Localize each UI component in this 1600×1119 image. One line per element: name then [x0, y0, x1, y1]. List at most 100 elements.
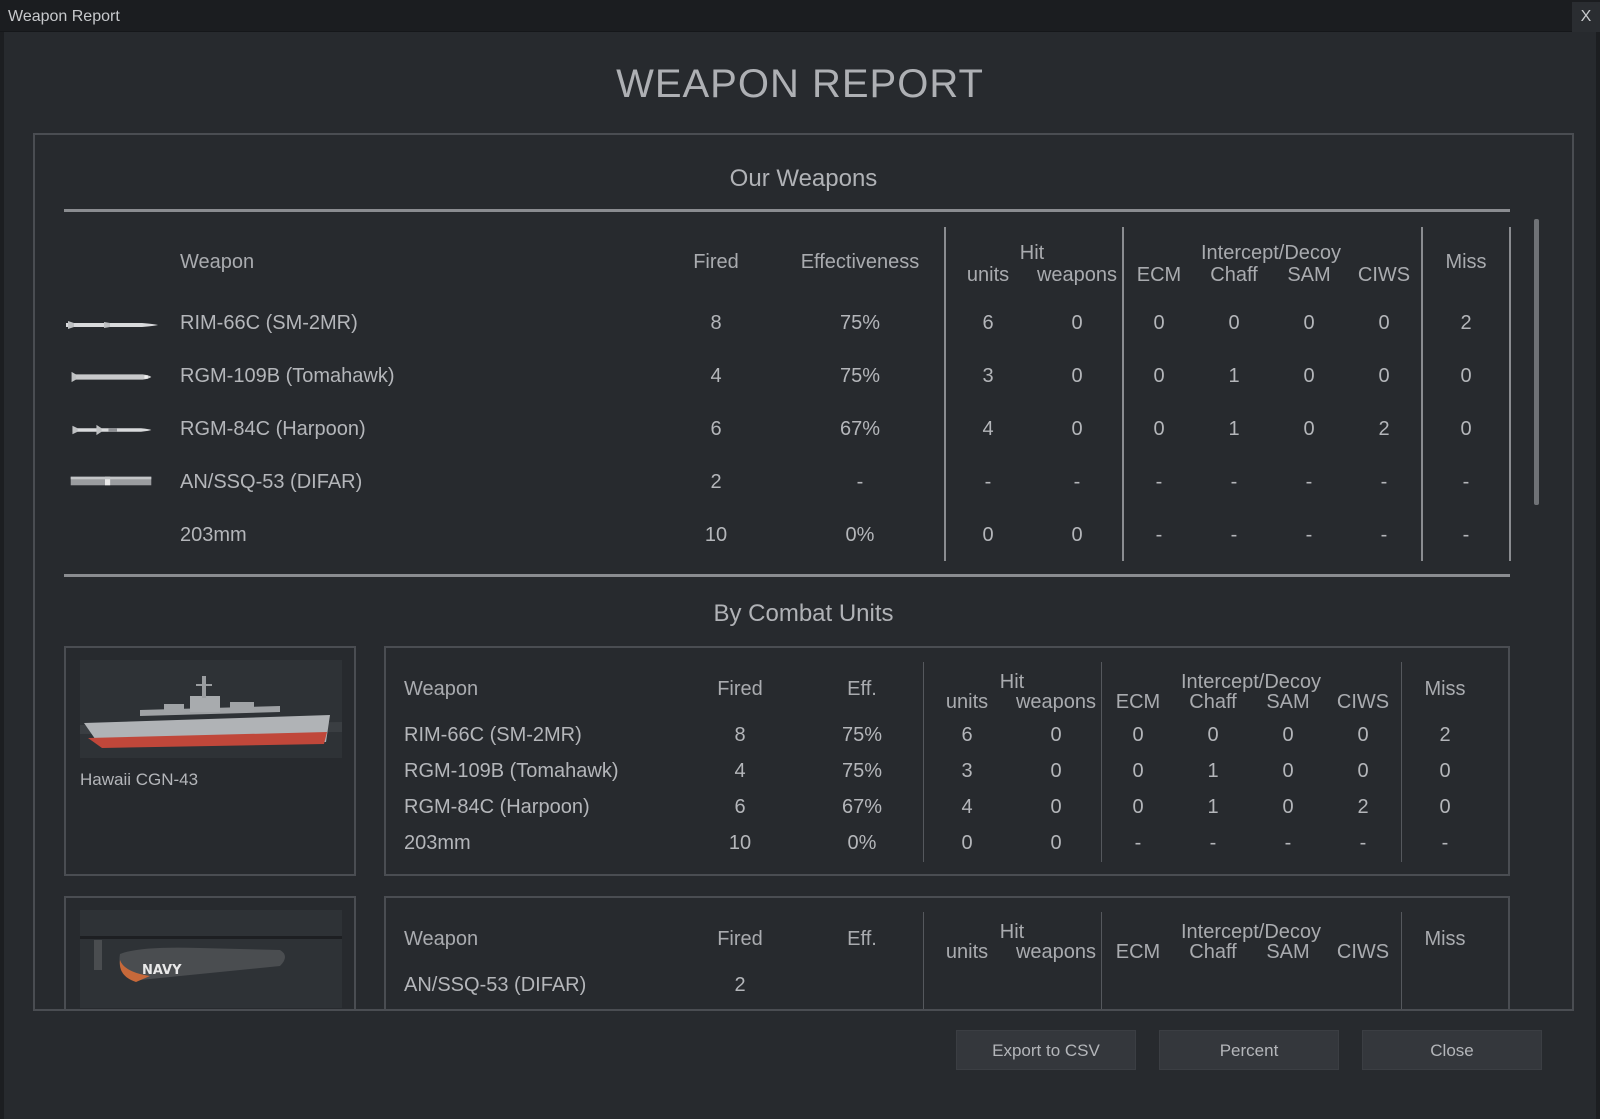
header-weapons: weapons: [1015, 941, 1097, 963]
cell-weapons: 0: [1071, 524, 1083, 546]
cell-fired: 2: [710, 471, 722, 493]
cell-sam: 0: [1303, 418, 1315, 440]
header-ecm: ECM: [1115, 941, 1161, 963]
window-title: Weapon Report: [8, 8, 120, 25]
cell-ecm: 0: [1132, 760, 1144, 782]
weapon-name: RGM-109B (Tomahawk): [180, 365, 395, 387]
cell-weapons: 0: [1071, 312, 1083, 334]
header-fired: Fired: [693, 251, 739, 273]
header-miss: Miss: [1424, 928, 1466, 950]
tomahawk-missile-icon: [71, 371, 152, 383]
window-close-button[interactable]: X: [1572, 2, 1600, 32]
header-units: units: [945, 691, 989, 713]
cell-weapons: 0: [1050, 832, 1062, 854]
window-titlebar: Weapon Report X: [0, 0, 1600, 32]
column-separator: [923, 662, 924, 862]
cell-miss: 0: [1460, 418, 1472, 440]
cell-sam: -: [1284, 832, 1292, 854]
column-separator: [1101, 912, 1102, 1009]
export-csv-button[interactable]: Export to CSV: [956, 1030, 1136, 1070]
cell-sam: 0: [1282, 796, 1294, 818]
header-weapon: Weapon: [180, 251, 255, 273]
header-ciws: CIWS: [1336, 941, 1390, 963]
cell-ciws: 0: [1378, 312, 1390, 334]
helicopter-marking: NAVY: [142, 963, 182, 978]
header-fired: Fired: [717, 678, 763, 700]
cell-ecm: -: [1155, 471, 1163, 493]
cell-fired: 2: [734, 974, 746, 996]
header-ciws: CIWS: [1336, 691, 1390, 713]
column-separator: [944, 227, 946, 561]
report-scroll-area[interactable]: Our Weapons Weapon Fired Effectiveness H…: [33, 133, 1574, 1011]
header-chaff: Chaff: [1210, 264, 1258, 286]
cell-fired: 4: [734, 760, 746, 782]
cell-ciws: 0: [1357, 760, 1369, 782]
scrollbar-thumb[interactable]: [1534, 219, 1539, 505]
cell-miss: -: [1441, 832, 1449, 854]
unit-ship-image: [80, 660, 342, 758]
cell-units: 3: [982, 365, 994, 387]
cell-units: 6: [961, 724, 973, 746]
cell-fired: 4: [710, 365, 722, 387]
cell-ecm: -: [1134, 832, 1142, 854]
header-sam: SAM: [1266, 691, 1310, 713]
unit-weapon-table: Weapon Fired Eff. Hit units weapons ECM Interce…: [384, 896, 1510, 1009]
cell-eff: 0%: [845, 524, 875, 546]
cell-chaff: 0: [1207, 724, 1219, 746]
header-units: units: [945, 941, 989, 963]
cell-fired: 8: [710, 312, 722, 334]
section-rule: [64, 209, 1510, 212]
cell-ciws: -: [1359, 832, 1367, 854]
cell-weapons: 0: [1071, 365, 1083, 387]
weapon-name: AN/SSQ-53 (DIFAR): [404, 974, 587, 996]
cell-fired: 6: [734, 796, 746, 818]
percent-button[interactable]: Percent: [1159, 1030, 1339, 1070]
cell-weapons: 0: [1050, 796, 1062, 818]
cell-eff: 75%: [841, 724, 883, 746]
by-combat-units-title: By Combat Units: [713, 600, 894, 627]
header-effectiveness: Effectiveness: [800, 251, 920, 273]
cell-ciws: 2: [1378, 418, 1390, 440]
column-separator: [1401, 662, 1402, 862]
cell-chaff: 1: [1207, 760, 1219, 782]
cell-units: -: [984, 471, 992, 493]
unit-helicopter-image: NAVY: [80, 910, 342, 1008]
unit-card[interactable]: NAVY: [64, 896, 356, 1009]
cell-chaff: 1: [1228, 418, 1240, 440]
cell-chaff: 1: [1207, 796, 1219, 818]
column-separator: [1509, 227, 1511, 561]
weapon-name: RIM-66C (SM-2MR): [404, 724, 582, 746]
cell-fired: 6: [710, 418, 722, 440]
cell-sam: 0: [1282, 724, 1294, 746]
header-miss: Miss: [1424, 678, 1466, 700]
cell-weapons: 0: [1050, 724, 1062, 746]
header-hit: Hit: [1019, 242, 1045, 264]
cell-miss: 0: [1439, 796, 1451, 818]
cell-units: 0: [982, 524, 994, 546]
cell-eff: -: [856, 471, 864, 493]
cell-ciws: 2: [1357, 796, 1369, 818]
cell-fired: 10: [728, 832, 752, 854]
our-weapons-title: Our Weapons: [729, 165, 878, 192]
header-units: units: [966, 264, 1010, 286]
cell-units: 0: [961, 832, 973, 854]
header-ecm: ECM: [1115, 691, 1161, 713]
weapon-name: 203mm: [404, 832, 471, 854]
section-rule: [64, 574, 1510, 577]
close-button[interactable]: Close: [1362, 1030, 1542, 1070]
cell-weapons: 0: [1071, 418, 1083, 440]
cell-chaff: 1: [1228, 365, 1240, 387]
ship-icon: [80, 660, 342, 758]
cell-miss: 0: [1460, 365, 1472, 387]
cell-weapons: 0: [1050, 760, 1062, 782]
cell-miss: 2: [1439, 724, 1451, 746]
cell-eff: 67%: [841, 796, 883, 818]
cell-ecm: -: [1155, 524, 1163, 546]
cell-units: 4: [961, 796, 973, 818]
cell-ciws: 0: [1357, 724, 1369, 746]
cell-chaff: -: [1209, 832, 1217, 854]
header-sam: SAM: [1266, 941, 1310, 963]
weapon-name: RGM-84C (Harpoon): [180, 418, 366, 440]
cell-ecm: 0: [1132, 796, 1144, 818]
unit-card[interactable]: Hawaii CGN-43: [64, 646, 356, 876]
